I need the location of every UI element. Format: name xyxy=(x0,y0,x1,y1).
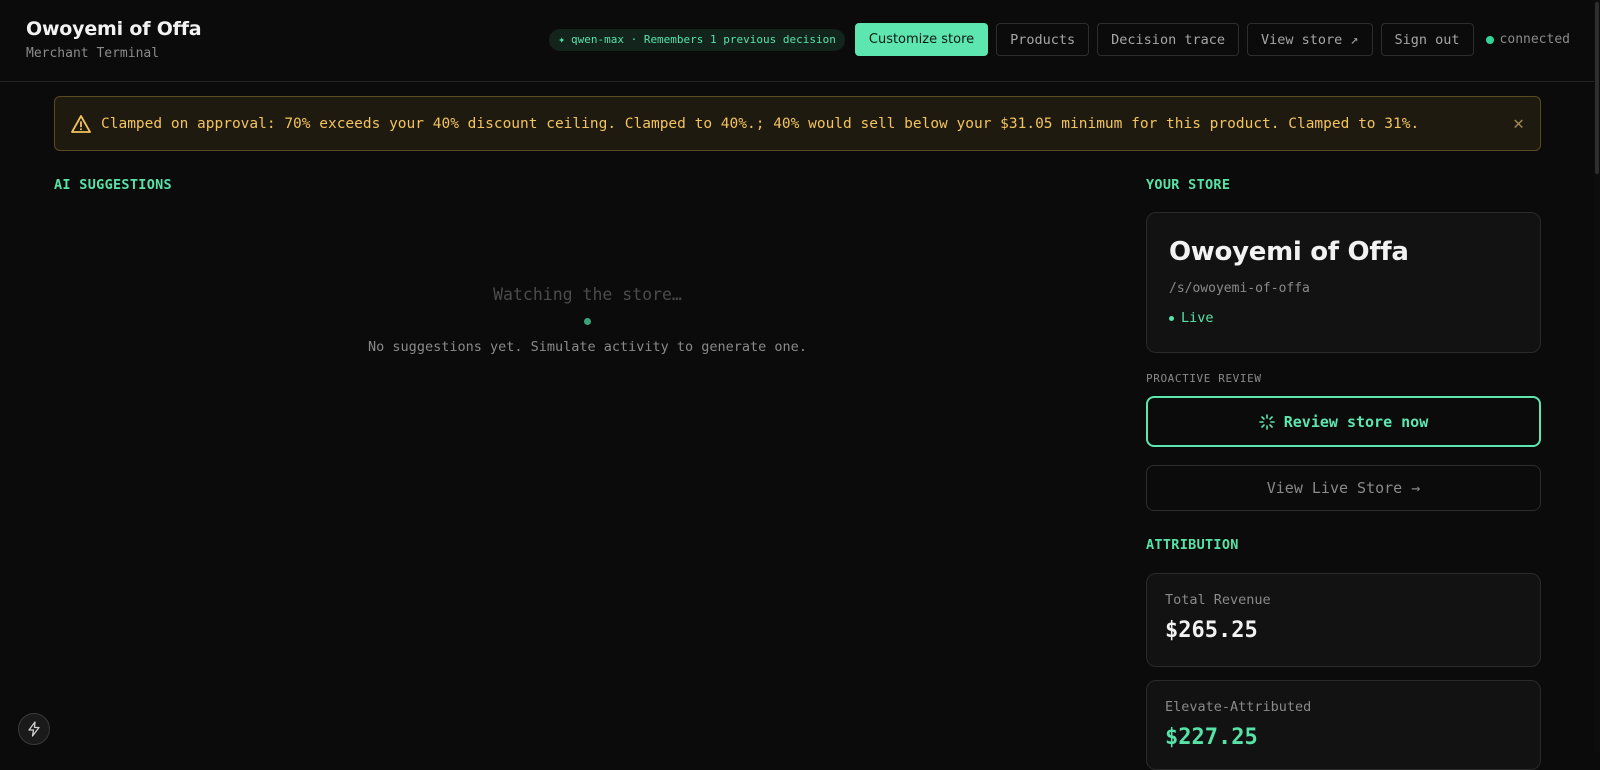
proactive-review-label: PROACTIVE REVIEW xyxy=(1146,372,1262,385)
ai-suggestions-title: AI SUGGESTIONS xyxy=(54,177,172,193)
attribution-title: ATTRIBUTION xyxy=(1146,537,1239,553)
warning-icon xyxy=(71,114,91,133)
page-scrollbar[interactable] xyxy=(1594,0,1600,752)
close-icon[interactable]: ✕ xyxy=(1513,113,1524,134)
brand-subtitle: Merchant Terminal xyxy=(26,46,160,61)
suggestions-empty-state: Watching the store… No suggestions yet. … xyxy=(0,285,1175,355)
brand: Owoyemi of Offa Merchant Terminal xyxy=(26,18,202,61)
watching-text: Watching the store… xyxy=(493,285,682,304)
attributed-revenue-value: $227.25 xyxy=(1165,725,1258,750)
quick-action-button[interactable] xyxy=(18,713,50,745)
store-name: Owoyemi of Offa xyxy=(1169,237,1409,267)
connection-status-label: connected xyxy=(1499,32,1570,47)
store-status: Live xyxy=(1169,310,1540,326)
total-revenue-card: Total Revenue $265.25 xyxy=(1146,573,1541,667)
total-revenue-label: Total Revenue xyxy=(1165,592,1271,608)
decision-trace-button[interactable]: Decision trace xyxy=(1097,23,1239,56)
store-status-label: Live xyxy=(1181,310,1214,326)
review-store-button[interactable]: Review store now xyxy=(1146,396,1541,447)
empty-message: No suggestions yet. Simulate activity to… xyxy=(368,339,807,355)
view-live-store-button[interactable]: View Live Store → xyxy=(1146,465,1541,511)
attributed-revenue-card: Elevate-Attributed $227.25 xyxy=(1146,680,1541,770)
top-nav: ✦ qwen-max · Remembers 1 previous decisi… xyxy=(549,23,1570,56)
alert-message: Clamped on approval: 70% exceeds your 40… xyxy=(101,115,1420,132)
spinner-icon xyxy=(1258,413,1275,430)
connection-status: connected xyxy=(1485,32,1570,47)
products-button[interactable]: Products xyxy=(996,23,1090,56)
status-dot xyxy=(1485,35,1494,44)
view-store-button[interactable]: View store ↗ xyxy=(1246,23,1373,56)
scrollbar-thumb[interactable] xyxy=(1595,2,1599,174)
customize-store-button[interactable]: Customize store xyxy=(854,23,989,56)
live-dot xyxy=(1169,315,1174,321)
review-store-button-label: Review store now xyxy=(1283,412,1429,431)
total-revenue-value: $265.25 xyxy=(1165,618,1258,643)
sparkle-icon: ✦ xyxy=(558,33,565,46)
attributed-revenue-label: Elevate-Attributed xyxy=(1165,699,1312,715)
brand-title: Owoyemi of Offa xyxy=(26,18,202,40)
store-card: Owoyemi of Offa /s/owoyemi-of-offa Live xyxy=(1146,212,1541,353)
clamp-alert-banner: Clamped on approval: 70% exceeds your 40… xyxy=(54,96,1541,151)
store-slug: /s/owoyemi-of-offa xyxy=(1169,281,1310,296)
pulse-dot xyxy=(584,318,591,325)
your-store-title: YOUR STORE xyxy=(1146,177,1231,193)
top-header: Owoyemi of Offa Merchant Terminal ✦ qwen… xyxy=(0,0,1600,82)
model-pill: ✦ qwen-max · Remembers 1 previous decisi… xyxy=(549,28,845,51)
lightning-icon xyxy=(28,721,40,737)
sign-out-button[interactable]: Sign out xyxy=(1380,23,1474,56)
model-pill-label: qwen-max · Remembers 1 previous decision xyxy=(570,33,836,46)
